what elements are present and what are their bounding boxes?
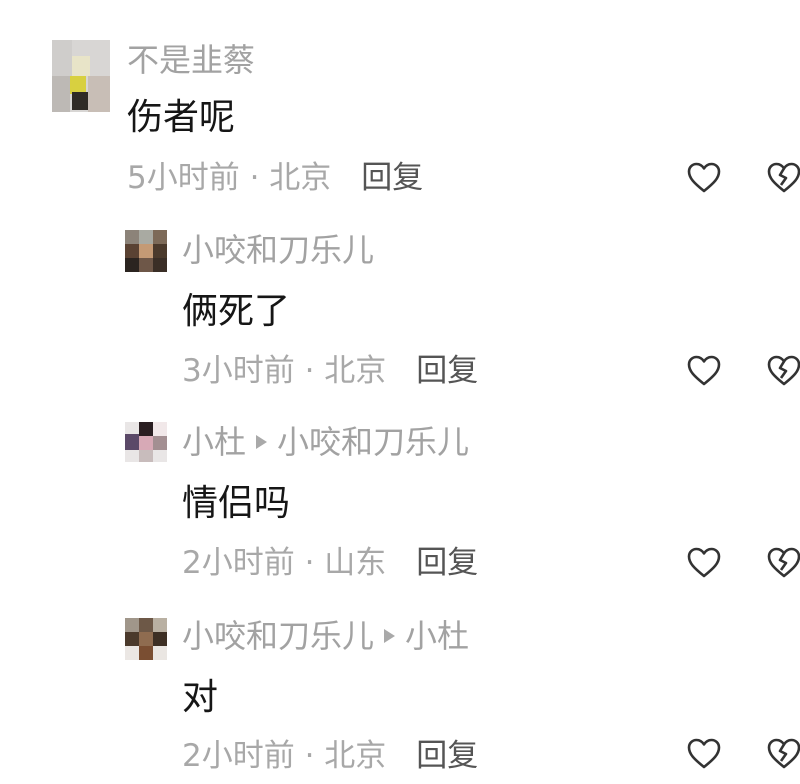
reply-button[interactable]: 回复 [416, 738, 478, 774]
comment-username[interactable]: 小咬和刀乐儿 [182, 617, 374, 655]
heart-outline-icon[interactable] [686, 545, 722, 581]
comment-timestamp-location: 5小时前 · 北京 [127, 160, 332, 196]
avatar[interactable] [125, 618, 167, 660]
reply-button[interactable]: 回复 [361, 160, 423, 196]
broken-heart-icon[interactable] [766, 353, 800, 389]
comment-meta: 2小时前 · 山东 回复 [182, 543, 478, 583]
avatar[interactable] [52, 40, 110, 112]
reply-to-username[interactable]: 小咬和刀乐儿 [277, 423, 469, 461]
reply-button[interactable]: 回复 [416, 545, 478, 581]
comment-text: 俩死了 [182, 291, 291, 332]
heart-outline-icon[interactable] [686, 736, 722, 772]
avatar[interactable] [125, 230, 167, 272]
comment-username[interactable]: 小杜 [182, 423, 246, 461]
heart-outline-icon[interactable] [686, 353, 722, 389]
heart-outline-icon[interactable] [686, 160, 722, 196]
avatar[interactable] [125, 422, 167, 462]
comment-timestamp-location: 2小时前 · 北京 [182, 738, 387, 774]
broken-heart-icon[interactable] [766, 736, 800, 772]
comment-meta: 3小时前 · 北京 回复 [182, 351, 478, 391]
comment-text: 对 [182, 677, 219, 718]
reply-button[interactable]: 回复 [416, 353, 478, 389]
comment-username[interactable]: 不是韭蔡 [127, 40, 255, 80]
reply-arrow-icon [256, 435, 268, 449]
comment-timestamp-location: 2小时前 · 山东 [182, 545, 387, 581]
comment-username[interactable]: 小咬和刀乐儿 [182, 230, 374, 270]
reply-to-username[interactable]: 小杜 [405, 617, 469, 655]
broken-heart-icon[interactable] [766, 545, 800, 581]
comment-username-row: 小咬和刀乐儿 小杜 [182, 616, 469, 656]
comment-text: 情侣吗 [182, 483, 291, 524]
comment-meta: 2小时前 · 北京 回复 [182, 736, 478, 776]
broken-heart-icon[interactable] [766, 160, 800, 196]
comment-text: 伤者呢 [127, 97, 236, 138]
comment-meta: 5小时前 · 北京 回复 [127, 158, 423, 198]
reply-arrow-icon [384, 629, 396, 643]
comment-username-row: 小杜 小咬和刀乐儿 [182, 422, 469, 462]
comment-timestamp-location: 3小时前 · 北京 [182, 353, 387, 389]
